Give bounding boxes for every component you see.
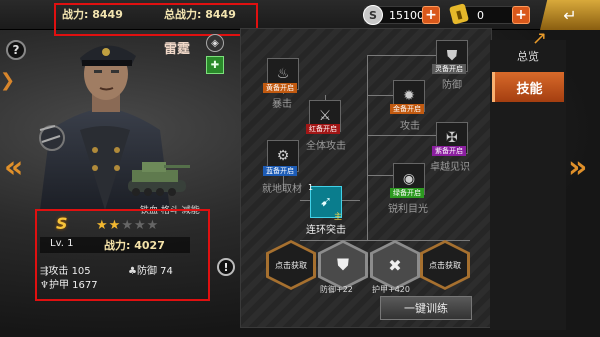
next-hero-arrow-icon[interactable]: » bbox=[568, 150, 587, 185]
skill-all-attack-label: 全体攻击 bbox=[306, 141, 346, 152]
back-button[interactable]: ↵ bbox=[540, 0, 600, 30]
equip-armor-bonus: 护甲+420 bbox=[372, 285, 410, 294]
silver-currency: S 15100 + bbox=[363, 5, 440, 25]
skill-attack-unlock-badge: 金备开启 bbox=[390, 104, 424, 114]
gold-currency: ▮ 0 + bbox=[448, 3, 530, 25]
add-silver-button[interactable]: + bbox=[422, 6, 440, 24]
tab-skills[interactable]: 技能 bbox=[492, 72, 564, 102]
back-arrow-icon: ↵ bbox=[563, 5, 577, 25]
attack-stat: ⇶攻击 105 bbox=[40, 266, 91, 277]
star-empty-icon: ★ bbox=[133, 218, 147, 233]
skill-all-attack-unlock-badge: 红备开启 bbox=[306, 124, 340, 134]
faction-cross-icon[interactable]: ✚ bbox=[206, 56, 224, 74]
armor-gear-icon: ✖ bbox=[373, 243, 417, 287]
skill-insight-unlock-badge: 紫备开启 bbox=[432, 146, 466, 156]
equip-slot-4-label: 点击获取 bbox=[423, 243, 467, 287]
one-click-train-button[interactable]: 一键训练 bbox=[380, 296, 472, 320]
hero-portrait bbox=[39, 45, 190, 210]
tab-overview[interactable]: 总览 bbox=[498, 44, 558, 68]
star-empty-icon: ★ bbox=[146, 218, 160, 233]
alert-button[interactable]: ! bbox=[217, 258, 235, 276]
star-rating: ★★★★★ bbox=[96, 218, 159, 233]
defense-icon: ♣ bbox=[128, 266, 137, 277]
side-ornament-icon: ❯ bbox=[0, 70, 16, 91]
skill-attack-label: 攻击 bbox=[400, 121, 420, 132]
gold-bar-icon: ▮ bbox=[448, 3, 470, 25]
silver-coin-icon: S bbox=[363, 5, 383, 25]
silver-amount: 15100 bbox=[389, 9, 424, 22]
equip-defense-bonus: 防御+22 bbox=[320, 285, 353, 294]
tree-connector bbox=[367, 55, 447, 56]
skill-sharp-eye-unlock-badge: 绿备开启 bbox=[390, 188, 424, 198]
armor-stat: ♆护甲 1677 bbox=[40, 280, 98, 291]
grade-badge: S bbox=[56, 214, 68, 233]
gold-amount: 0 bbox=[477, 9, 484, 22]
fire-icon: ✹ bbox=[403, 88, 415, 104]
hero-name: 雷霆 bbox=[164, 42, 191, 57]
hero-level: Lv. 1 bbox=[50, 238, 74, 249]
defense-stat: ♣防御 74 bbox=[128, 266, 173, 277]
eye-icon: ◉ bbox=[402, 171, 416, 187]
skill-scavenge-unlock-badge: 蓝备开启 bbox=[263, 166, 297, 176]
emblem-icon: ✠ bbox=[446, 130, 458, 146]
star-empty-icon: ★ bbox=[121, 218, 134, 233]
skill-crit-label: 暴击 bbox=[272, 99, 292, 110]
combo-strike-icon: ➹ bbox=[320, 194, 332, 210]
skill-defense-unlock-badge: 灵备开启 bbox=[432, 64, 466, 74]
slash-icon: ⚔ bbox=[318, 108, 332, 124]
add-gold-button[interactable]: + bbox=[512, 6, 530, 24]
skill-defense-label: 防御 bbox=[442, 80, 462, 91]
equip-slot-1-label: 点击获取 bbox=[269, 243, 313, 287]
skill-combo-level: 1 bbox=[308, 183, 314, 192]
skill-combo-label: 连环突击 bbox=[306, 225, 346, 236]
star-icon: ★ bbox=[108, 218, 122, 233]
tree-connector bbox=[367, 55, 368, 240]
rank-emblem-icon[interactable]: ◈ bbox=[206, 34, 224, 52]
shield-icon: ⛊ bbox=[446, 48, 458, 64]
hero-power: 战力: 4027 bbox=[104, 239, 165, 252]
skill-insight-label: 卓越见识 bbox=[430, 162, 470, 173]
shield-gear-icon: ⛊ bbox=[321, 243, 365, 287]
tree-connector bbox=[367, 135, 447, 136]
armor-icon: ♆ bbox=[40, 280, 49, 291]
gears-icon: ⚙ bbox=[276, 148, 290, 164]
skill-scavenge-label: 就地取材 bbox=[262, 184, 302, 195]
star-icon: ★ bbox=[96, 218, 109, 233]
skill-crit-unlock-badge: 黄备开启 bbox=[263, 83, 297, 93]
skill-sharp-eye-label: 锐利目光 bbox=[388, 204, 428, 215]
flame-icon: ♨ bbox=[276, 66, 290, 82]
